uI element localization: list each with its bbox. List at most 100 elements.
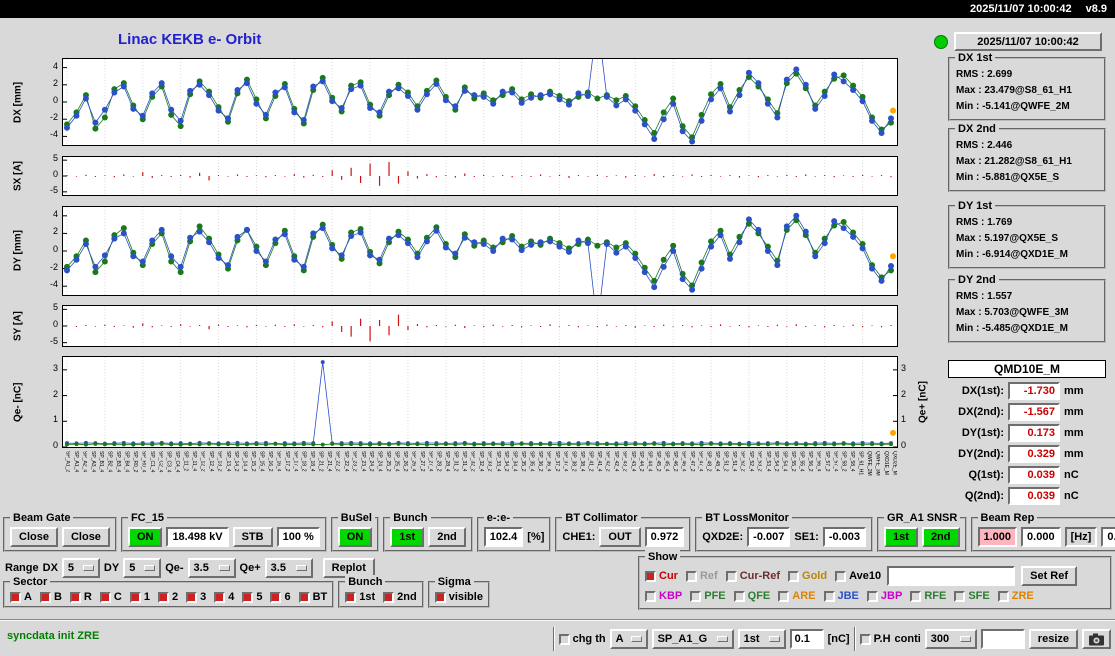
- show-checkbox-are[interactable]: ARE: [778, 590, 816, 602]
- timestamp-display: 2025/11/07 10:00:42: [954, 32, 1102, 51]
- qmd-row-value: 0.039: [1008, 466, 1060, 484]
- show-checkbox-kbp[interactable]: KBP: [645, 590, 682, 602]
- titlebar-datetime: 2025/11/07 10:00:42: [970, 3, 1072, 15]
- qmd-row-value: -1.567: [1008, 403, 1060, 421]
- range-qminus-menu[interactable]: 3.5: [187, 558, 236, 578]
- show-checkbox-zre[interactable]: ZRE: [997, 590, 1034, 602]
- menu-indicator-icon: [630, 636, 642, 642]
- beam-gate-close-2-button[interactable]: Close: [61, 527, 110, 547]
- checkbox-box: [645, 590, 656, 602]
- range-dy-menu[interactable]: 5: [123, 558, 162, 578]
- show-checkbox-qfe[interactable]: QFE: [733, 590, 771, 602]
- bpm-name-label: SP_12_2: [199, 451, 206, 472]
- show-checkbox-ave10[interactable]: Ave10: [835, 570, 881, 582]
- sector-checkbox-label: R: [83, 591, 92, 603]
- stats-max: Max : 23.479@S8_61_H1: [956, 85, 1072, 96]
- show-checkbox-gold[interactable]: Gold: [788, 570, 827, 582]
- bpm-name-label: QWFE_3M: [874, 451, 881, 476]
- sector-checkbox-r[interactable]: R: [69, 591, 92, 603]
- interval-input[interactable]: [980, 629, 1025, 649]
- sector-checkbox-label: C: [113, 591, 122, 603]
- snapshot-button[interactable]: [1082, 629, 1111, 649]
- show-checkbox-cur[interactable]: Cur: [645, 570, 678, 582]
- snsr-2nd-button[interactable]: 2nd: [921, 527, 960, 547]
- bunch-1st-button[interactable]: 1st: [390, 527, 425, 547]
- beam-gate-close-1-button[interactable]: Close: [10, 527, 58, 547]
- sector-checkbox-c[interactable]: C: [99, 591, 122, 603]
- sector-checkbox-5[interactable]: 5: [242, 591, 262, 603]
- che1-out-button[interactable]: OUT: [599, 527, 641, 547]
- sector-checkbox-label: A: [24, 591, 32, 603]
- show-checkbox-cur-ref[interactable]: Cur-Ref: [725, 570, 780, 582]
- bunch-2nd-button[interactable]: 2nd: [428, 527, 466, 547]
- stats-min: Min : -6.914@QXD1E_M: [956, 249, 1069, 260]
- bunch-select-frame: Bunch 1st 2nd: [383, 511, 473, 552]
- sector-checkbox-a[interactable]: A: [10, 591, 32, 603]
- bpm-name-label: SP_R0_4: [140, 451, 147, 473]
- qmd-row-label: Q(1st):: [968, 469, 1004, 481]
- checkbox-box: [859, 633, 871, 645]
- show-checkbox-label: QFE: [747, 590, 771, 602]
- menu-indicator-icon: [716, 636, 728, 642]
- nc-unit-label: [nC]: [827, 633, 850, 645]
- ph-checkbox[interactable]: P.H: [859, 633, 891, 645]
- fc15-stb-button[interactable]: STB: [232, 527, 273, 547]
- range-qplus-menu[interactable]: 3.5: [264, 558, 313, 578]
- sector-checkbox-2[interactable]: 2: [157, 591, 178, 603]
- fc15-on-button[interactable]: ON: [127, 527, 163, 547]
- snsr-1st-button[interactable]: 1st: [884, 527, 918, 547]
- show-checkbox-label: JBE: [837, 590, 859, 602]
- bpm-name-label: SP_A1_4: [72, 451, 79, 473]
- range-dx-menu[interactable]: 5: [61, 558, 100, 578]
- show-checkbox-jbp[interactable]: JBP: [866, 590, 902, 602]
- ph-label: P.H: [873, 633, 891, 645]
- bpm-name-label: SP_43_2: [621, 451, 628, 472]
- bpm-name-label: SP_B2_4: [106, 451, 113, 473]
- bunch-check-label: Bunch: [345, 575, 386, 589]
- show-checkbox-jbe[interactable]: JBE: [823, 590, 859, 602]
- set-ref-button[interactable]: Set Ref: [1021, 566, 1078, 586]
- checkbox-box: [685, 570, 697, 582]
- threshold-sector-menu[interactable]: A: [609, 629, 648, 649]
- checkbox-box: [733, 590, 745, 602]
- sector-checkbox-label: 5: [256, 591, 263, 603]
- plot-sy: [62, 305, 898, 347]
- beam-gate-label: Beam Gate: [10, 511, 74, 525]
- bpm-name-label: SP_53_4: [764, 451, 771, 472]
- chg-th-checkbox[interactable]: chg th: [558, 633, 606, 645]
- show-checkbox-ref[interactable]: Ref: [685, 570, 718, 582]
- device-menu[interactable]: SP_A1_G: [651, 629, 734, 649]
- sector-checkbox-bt[interactable]: BT: [298, 591, 327, 603]
- busel-frame: BuSel ON: [330, 511, 380, 552]
- bunch-checkbox-2nd[interactable]: 2nd: [383, 591, 417, 603]
- sector-checkbox-4[interactable]: 4: [214, 591, 234, 603]
- bunch-checkbox-1st[interactable]: 1st: [345, 591, 375, 603]
- sector-checkbox-1[interactable]: 1: [129, 591, 150, 603]
- sigma-items: visible: [434, 591, 483, 603]
- interval-menu[interactable]: 300: [924, 629, 977, 649]
- sector-checkbox-3[interactable]: 3: [186, 591, 206, 603]
- menu-indicator-icon: [959, 636, 971, 642]
- sigma-checkbox-visible[interactable]: visible: [434, 591, 483, 603]
- checkbox-box: [690, 590, 702, 602]
- checkbox-box: [129, 591, 141, 603]
- sector-checkbox-6[interactable]: 6: [270, 591, 291, 603]
- bpm-name-label: SP_A2_4: [81, 451, 88, 473]
- sector-checkbox-b[interactable]: B: [39, 591, 62, 603]
- threshold-input[interactable]: [789, 629, 824, 649]
- show-checkbox-sfe[interactable]: SFE: [954, 590, 990, 602]
- ytick-label: -2: [49, 112, 58, 123]
- busel-on-button[interactable]: ON: [337, 527, 373, 547]
- qmd-row-unit: nC: [1064, 490, 1079, 502]
- bpm-name-label: SP_43_4: [629, 451, 636, 472]
- set-ref-input[interactable]: [887, 566, 1016, 586]
- show-checkbox-pfe[interactable]: PFE: [690, 590, 726, 602]
- resize-button[interactable]: resize: [1028, 629, 1078, 649]
- bpm-name-label: SP_52_4: [747, 451, 754, 472]
- stats-dy-2nd-label: DY 2nd: [955, 273, 999, 287]
- sector-checkbox-label: B: [53, 591, 62, 603]
- bt-collimator-frame: BT Collimator CHE1: OUT 0.972: [555, 511, 692, 552]
- bpm-name-label: SP_R0_2: [131, 451, 138, 473]
- bunch-menu[interactable]: 1st: [737, 629, 786, 649]
- show-checkbox-rfe[interactable]: RFE: [910, 590, 946, 602]
